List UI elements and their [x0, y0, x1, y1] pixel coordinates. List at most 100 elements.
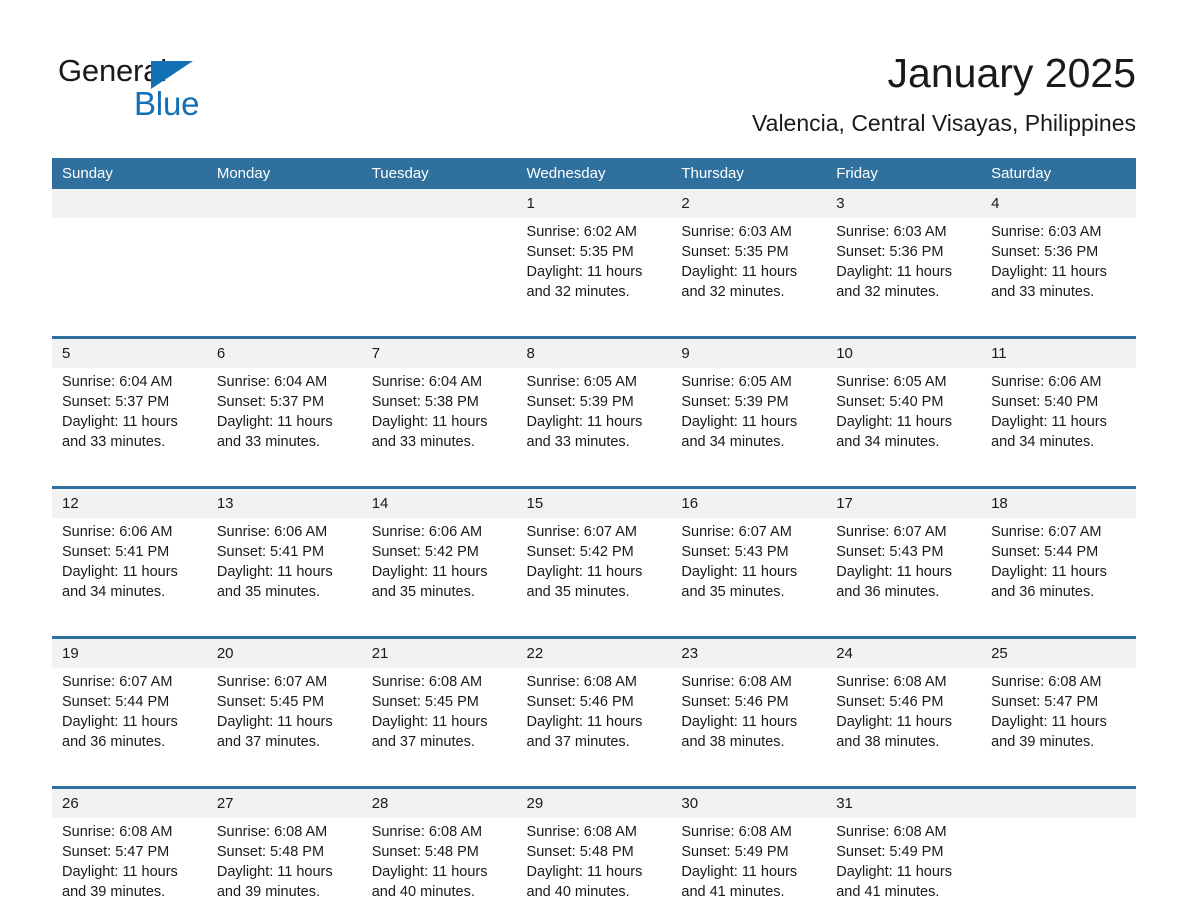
day-detail-cell[interactable]: Sunrise: 6:07 AM Sunset: 5:43 PM Daylight:…: [826, 518, 982, 624]
day-number-cell[interactable]: 21: [361, 636, 517, 668]
day-number-cell[interactable]: 29: [516, 786, 672, 818]
week-spacer-cell: [361, 324, 517, 338]
day-detail-cell[interactable]: Sunrise: 6:05 AM Sunset: 5:40 PM Daylight:…: [826, 368, 982, 474]
sunset-text: Sunset: 5:43 PM: [836, 544, 944, 560]
weekday-header-thursday: Thursday: [671, 158, 827, 189]
sunrise-text: Sunrise: 6:02 AM: [526, 224, 637, 240]
week-spacer-cell: [361, 774, 517, 788]
day-number-cell[interactable]: 5: [52, 336, 207, 368]
day-detail-cell[interactable]: Sunrise: 6:03 AM Sunset: 5:36 PM Daylight:…: [981, 218, 1136, 324]
day-number: 21: [371, 645, 389, 662]
day-number-cell[interactable]: 23: [671, 636, 827, 668]
weekday-header-wednesday: Wednesday: [516, 158, 672, 189]
day-detail-cell[interactable]: Sunrise: 6:08 AM Sunset: 5:46 PM Daylight:…: [516, 668, 672, 774]
day-detail-cell[interactable]: Sunrise: 6:07 AM Sunset: 5:45 PM Daylight:…: [206, 668, 362, 774]
day-detail-cell[interactable]: Sunrise: 6:02 AM Sunset: 5:35 PM Daylight:…: [516, 218, 672, 324]
day-number-cell[interactable]: 15: [516, 486, 672, 518]
sunset-text: Sunset: 5:41 PM: [216, 544, 325, 560]
day-number-cell[interactable]: 30: [671, 786, 827, 818]
day-number-cell[interactable]: 9: [671, 336, 827, 368]
day-number-cell[interactable]: 25: [981, 636, 1136, 668]
day-detail-cell[interactable]: Sunrise: 6:07 AM Sunset: 5:43 PM Daylight:…: [671, 518, 827, 624]
day-number: 14: [371, 495, 389, 512]
day-detail-cell[interactable]: Sunrise: 6:03 AM Sunset: 5:36 PM Daylight:…: [826, 218, 982, 324]
day-detail-cell[interactable]: Sunrise: 6:08 AM Sunset: 5:47 PM Daylight:…: [981, 668, 1136, 774]
day-number-cell[interactable]: 14: [361, 486, 517, 518]
daylight-text: Daylight: 11 hours and 33 minutes.: [216, 414, 333, 450]
sunset-text: Sunset: 5:36 PM: [836, 244, 944, 260]
day-number-cell[interactable]: 3: [826, 189, 982, 218]
day-detail-cell[interactable]: Sunrise: 6:08 AM Sunset: 5:48 PM Daylight:…: [516, 818, 672, 924]
day-number-cell[interactable]: 28: [361, 786, 517, 818]
week-spacer-cell: [516, 324, 672, 338]
daylight-text: Daylight: 11 hours and 40 minutes.: [371, 864, 488, 900]
day-number-cell[interactable]: 1: [516, 189, 672, 218]
sunrise-text: Sunrise: 6:05 AM: [836, 374, 947, 390]
calendar-header-row: Sunday Monday Tuesday Wednesday Thursday…: [52, 158, 1136, 189]
sunrise-text: Sunrise: 6:04 AM: [62, 374, 173, 390]
week-spacer-cell: [516, 774, 672, 788]
day-detail-cell[interactable]: Sunrise: 6:04 AM Sunset: 5:37 PM Daylight:…: [52, 368, 207, 474]
day-detail-cell[interactable]: Sunrise: 6:06 AM Sunset: 5:40 PM Daylight:…: [981, 368, 1136, 474]
day-detail-cell[interactable]: Sunrise: 6:08 AM Sunset: 5:46 PM Daylight:…: [826, 668, 982, 774]
day-number-cell[interactable]: 19: [52, 636, 207, 668]
day-detail-cell[interactable]: Sunrise: 6:03 AM Sunset: 5:35 PM Daylight:…: [671, 218, 827, 324]
day-number-cell[interactable]: 7: [361, 336, 517, 368]
day-number-cell[interactable]: 26: [52, 786, 207, 818]
day-detail-cell[interactable]: Sunrise: 6:08 AM Sunset: 5:49 PM Daylight:…: [826, 818, 982, 924]
day-number-cell[interactable]: 24: [826, 636, 982, 668]
day-detail-cell[interactable]: Sunrise: 6:04 AM Sunset: 5:37 PM Daylight:…: [206, 368, 362, 474]
day-detail-cell[interactable]: Sunrise: 6:08 AM Sunset: 5:49 PM Daylight:…: [671, 818, 827, 924]
day-number: 28: [371, 795, 389, 812]
day-detail-cell[interactable]: Sunrise: 6:05 AM Sunset: 5:39 PM Daylight:…: [516, 368, 672, 474]
weekday-header-tuesday: Tuesday: [361, 158, 517, 189]
day-number-cell[interactable]: 12: [52, 486, 207, 518]
day-detail-cell[interactable]: Sunrise: 6:04 AM Sunset: 5:38 PM Daylight:…: [361, 368, 517, 474]
day-detail-cell[interactable]: Sunrise: 6:07 AM Sunset: 5:44 PM Daylight:…: [981, 518, 1136, 624]
sunset-text: Sunset: 5:38 PM: [371, 394, 479, 410]
daylight-text: Daylight: 11 hours and 41 minutes.: [681, 864, 798, 900]
day-detail-cell[interactable]: Sunrise: 6:05 AM Sunset: 5:39 PM Daylight:…: [671, 368, 827, 474]
day-number-cell[interactable]: 8: [516, 336, 672, 368]
day-number-cell[interactable]: 20: [206, 636, 362, 668]
day-number-cell[interactable]: 17: [826, 486, 982, 518]
sunrise-text: Sunrise: 6:06 AM: [62, 524, 173, 540]
day-number-cell[interactable]: 6: [206, 336, 362, 368]
day-number-cell[interactable]: 4: [981, 189, 1136, 218]
day-number: 26: [62, 795, 79, 812]
calendar-table: Sunday Monday Tuesday Wednesday Thursday…: [52, 158, 1136, 924]
sunset-text: Sunset: 5:37 PM: [62, 394, 170, 410]
day-detail-cell[interactable]: Sunrise: 6:06 AM Sunset: 5:42 PM Daylight:…: [361, 518, 517, 624]
calendar-week-detail-row: Sunrise: 6:07 AM Sunset: 5:44 PM Daylight:…: [52, 668, 1136, 774]
day-number-cell[interactable]: 27: [206, 786, 362, 818]
day-detail-cell[interactable]: Sunrise: 6:07 AM Sunset: 5:42 PM Daylight:…: [516, 518, 672, 624]
day-number-cell[interactable]: 31: [826, 786, 982, 818]
daylight-text: Daylight: 11 hours and 33 minutes.: [62, 414, 178, 450]
day-number-cell[interactable]: 10: [826, 336, 982, 368]
day-number: 9: [681, 345, 690, 362]
day-number-cell[interactable]: 22: [516, 636, 672, 668]
day-detail-cell[interactable]: Sunrise: 6:08 AM Sunset: 5:45 PM Daylight:…: [361, 668, 517, 774]
day-detail-cell[interactable]: Sunrise: 6:08 AM Sunset: 5:48 PM Daylight:…: [361, 818, 517, 924]
week-spacer-cell: [981, 324, 1136, 338]
day-number-cell[interactable]: 11: [981, 336, 1136, 368]
day-detail-cell[interactable]: Sunrise: 6:08 AM Sunset: 5:47 PM Daylight:…: [52, 818, 207, 924]
day-number: 5: [62, 345, 71, 362]
daylight-text: Daylight: 11 hours and 35 minutes.: [526, 564, 643, 600]
day-detail-cell[interactable]: Sunrise: 6:08 AM Sunset: 5:46 PM Daylight:…: [671, 668, 827, 774]
day-detail-cell[interactable]: Sunrise: 6:07 AM Sunset: 5:44 PM Daylight:…: [52, 668, 207, 774]
day-number-cell[interactable]: 18: [981, 486, 1136, 518]
day-number-cell[interactable]: 16: [671, 486, 827, 518]
day-detail-cell[interactable]: Sunrise: 6:06 AM Sunset: 5:41 PM Daylight:…: [52, 518, 207, 624]
weekday-header-sunday: Sunday: [52, 158, 207, 189]
daylight-text: Daylight: 11 hours and 36 minutes.: [991, 564, 1107, 600]
day-detail-cell[interactable]: Sunrise: 6:06 AM Sunset: 5:41 PM Daylight:…: [206, 518, 362, 624]
sunset-text: Sunset: 5:35 PM: [681, 244, 789, 260]
week-spacer-cell: [206, 774, 362, 788]
week-spacer-cell: [981, 624, 1136, 638]
generalblue-logo[interactable]: General Blue: [58, 54, 278, 124]
day-number-cell[interactable]: 13: [206, 486, 362, 518]
day-number-cell[interactable]: 2: [671, 189, 827, 218]
week-spacer-cell: [361, 624, 517, 638]
day-detail-cell[interactable]: Sunrise: 6:08 AM Sunset: 5:48 PM Daylight:…: [206, 818, 362, 924]
